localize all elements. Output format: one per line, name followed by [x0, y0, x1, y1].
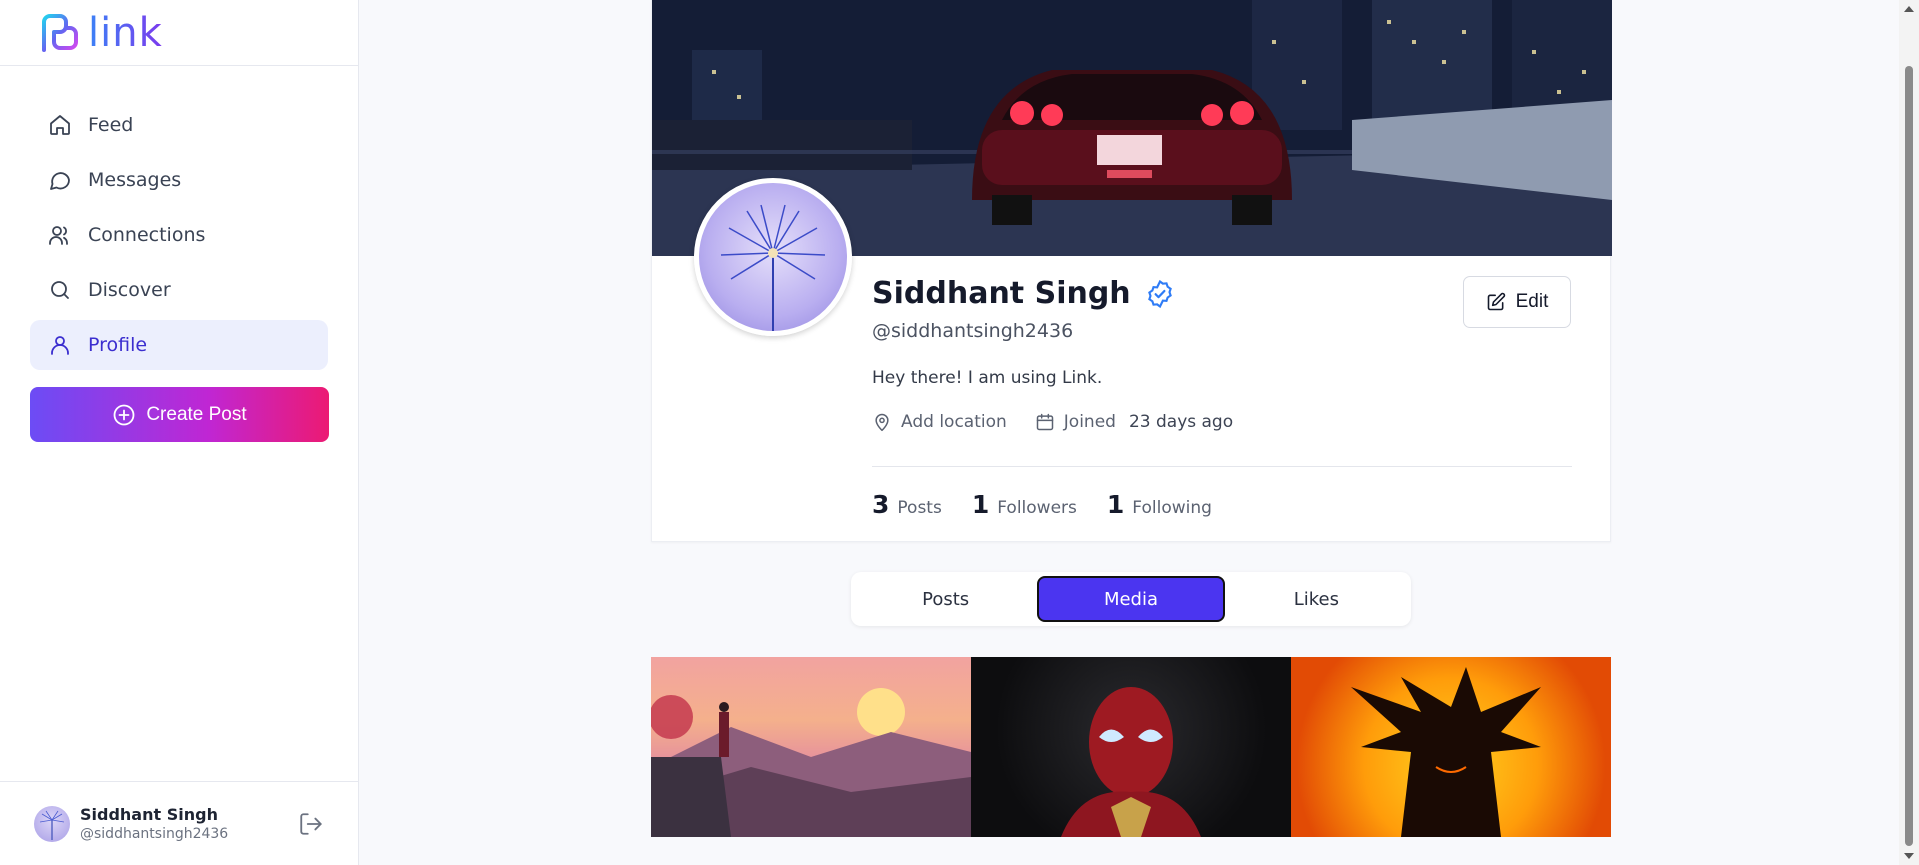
- following-stat-label: Following: [1132, 498, 1212, 518]
- followers-stat[interactable]: 1 Followers: [972, 490, 1077, 519]
- profile-card: Siddhant Singh @siddhantsingh2436 Edit H…: [651, 0, 1612, 542]
- posts-stat-label: Posts: [897, 498, 942, 518]
- page-scrollbar[interactable]: [1899, 0, 1919, 865]
- pinwheel-avatar-image: [39, 810, 65, 840]
- avatar[interactable]: [34, 805, 70, 842]
- followers-count: 1: [971, 490, 990, 519]
- sidebar-user-info: Siddhant Singh @siddhantsingh2436: [80, 805, 298, 842]
- location-meta[interactable]: Add location: [872, 412, 1007, 432]
- posts-stat[interactable]: 3 Posts: [872, 490, 942, 519]
- edit-button-label: Edit: [1515, 291, 1549, 312]
- posts-count: 3: [872, 490, 890, 519]
- edit-icon: [1487, 292, 1505, 311]
- scroll-down-arrow-icon[interactable]: [1904, 853, 1914, 859]
- sidebar-user-name: Siddhant Singh: [80, 805, 218, 824]
- media-thumbnail-samurai[interactable]: [651, 657, 971, 837]
- following-stat[interactable]: 1 Following: [1107, 490, 1212, 519]
- plus-circle-icon: [113, 404, 135, 425]
- sidebar-user-handle: @siddhantsingh2436: [80, 826, 229, 842]
- message-icon: [50, 172, 70, 190]
- sidebar-nav: Feed Messages Connections Discover Profi…: [0, 66, 358, 370]
- sidebar-item-feed[interactable]: Feed: [30, 100, 328, 150]
- followers-stat-label: Followers: [997, 498, 1077, 518]
- verified-badge-icon: [1147, 279, 1172, 308]
- profile-tabs: Posts Media Likes: [851, 572, 1411, 626]
- media-thumbnail-fire-silhouette[interactable]: [1291, 657, 1611, 837]
- following-count: 1: [1106, 490, 1125, 519]
- tab-media[interactable]: Media: [1037, 576, 1225, 622]
- main-content: Siddhant Singh @siddhantsingh2436 Edit H…: [359, 0, 1899, 865]
- profile-stats: 3 Posts 1 Followers 1 Following: [872, 490, 1242, 519]
- sidebar-item-connections[interactable]: Connections: [30, 210, 328, 260]
- sidebar-item-label: Connections: [88, 224, 206, 246]
- sidebar-item-messages[interactable]: Messages: [30, 155, 328, 205]
- media-thumbnail-spiderman[interactable]: [971, 657, 1291, 837]
- logout-icon[interactable]: [298, 811, 324, 837]
- profile-handle: @siddhantsingh2436: [872, 320, 1074, 342]
- tab-likes[interactable]: Likes: [1225, 576, 1408, 622]
- calendar-icon: [1036, 413, 1054, 431]
- profile-bio: Hey there! I am using Link.: [872, 368, 1103, 388]
- profile-name-row: Siddhant Singh: [872, 276, 1175, 311]
- spiderman-image: [1061, 687, 1201, 837]
- location-label: Add location: [901, 412, 1007, 432]
- profile-avatar[interactable]: [694, 178, 852, 336]
- home-icon: [50, 115, 70, 135]
- joined-meta: Joined 23 days ago: [1035, 412, 1233, 432]
- profile-meta: Add location Joined 23 days ago: [872, 412, 1261, 432]
- sidebar-item-discover[interactable]: Discover: [30, 265, 328, 315]
- sidebar-user-card: Siddhant Singh @siddhantsingh2436: [0, 781, 358, 865]
- logo[interactable]: link: [38, 12, 163, 54]
- sidebar-item-label: Feed: [88, 114, 134, 136]
- scroll-thumb[interactable]: [1905, 66, 1913, 846]
- samurai-sunset-image: [651, 688, 971, 837]
- create-post-button[interactable]: Create Post: [30, 387, 329, 442]
- media-gallery: [651, 657, 1611, 837]
- scroll-up-arrow-icon[interactable]: [1904, 6, 1914, 12]
- users-icon: [49, 226, 68, 245]
- sidebar-item-profile[interactable]: Profile: [30, 320, 328, 370]
- search-icon: [51, 281, 69, 299]
- sidebar-item-label: Messages: [88, 169, 182, 191]
- joined-value: 23 days ago: [1128, 412, 1234, 432]
- profile-name: Siddhant Singh: [872, 276, 1131, 311]
- link-logo-icon: [42, 13, 78, 52]
- edit-profile-button[interactable]: Edit: [1463, 276, 1571, 328]
- logo-text: link: [88, 9, 163, 56]
- sidebar: link Feed Messages Connections Discover …: [0, 0, 359, 865]
- sidebar-item-label: Discover: [88, 279, 171, 301]
- tab-posts[interactable]: Posts: [854, 576, 1037, 622]
- joined-label: Joined: [1063, 412, 1116, 432]
- fire-silhouette-image: [1351, 667, 1541, 837]
- sidebar-item-label: Profile: [88, 334, 148, 356]
- create-post-label: Create Post: [146, 403, 247, 425]
- divider: [872, 466, 1572, 467]
- user-icon: [51, 336, 69, 355]
- map-pin-icon: [875, 413, 889, 432]
- pinwheel-avatar-image: [720, 204, 826, 331]
- logo-area: link: [0, 0, 358, 66]
